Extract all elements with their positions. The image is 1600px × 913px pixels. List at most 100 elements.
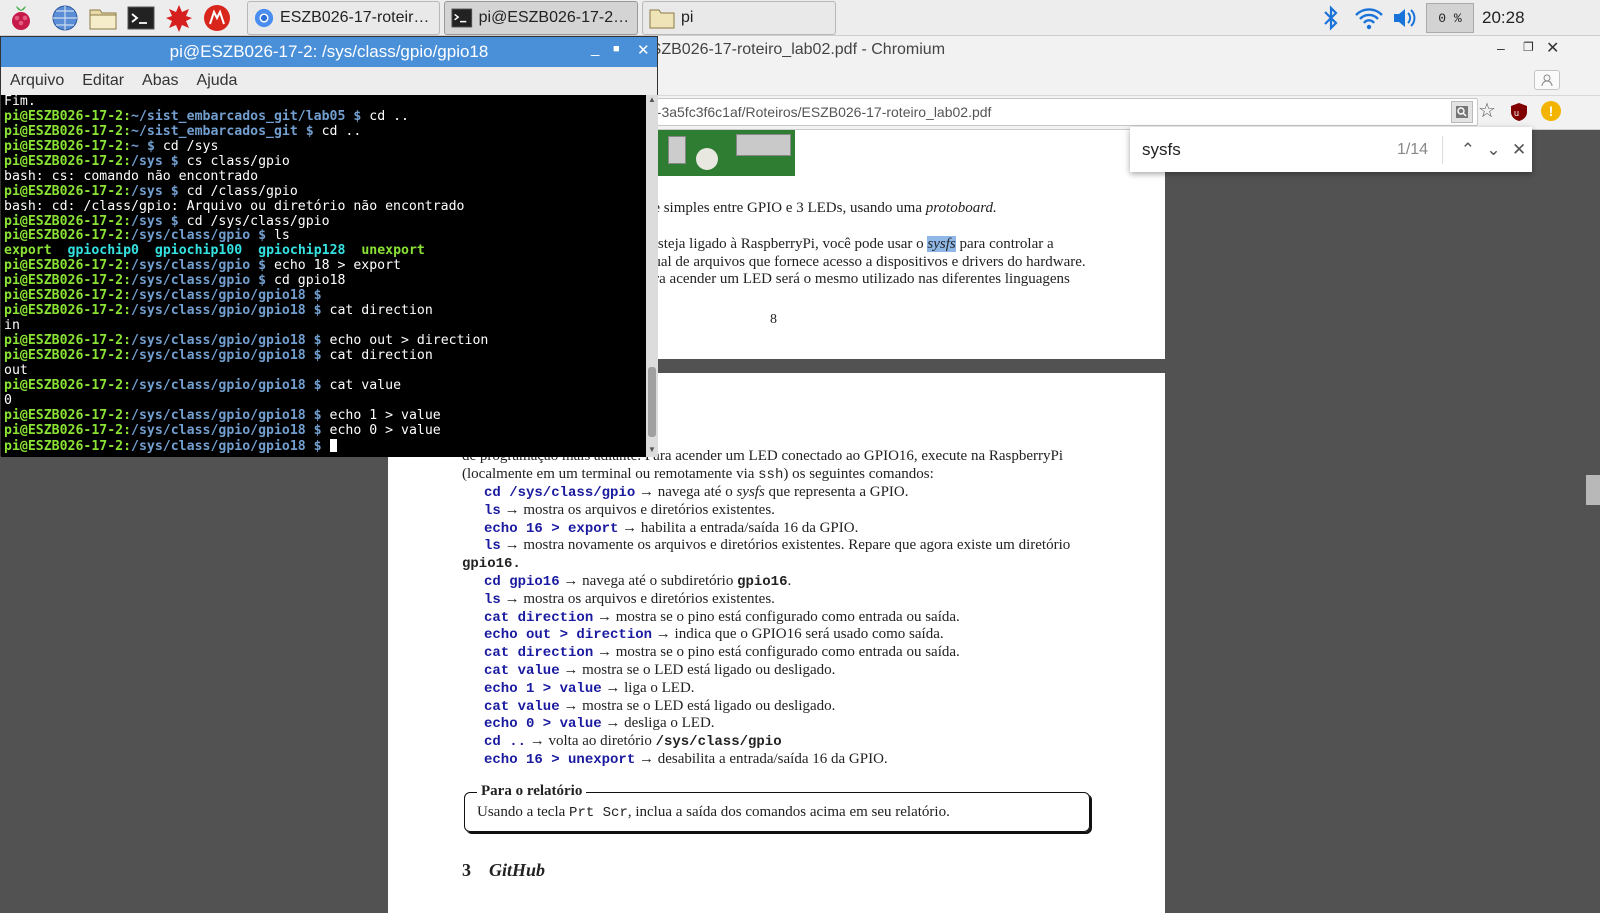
menu-ajuda[interactable]: Ajuda	[188, 72, 247, 90]
prompt-path: /sys	[131, 183, 163, 199]
arrow-glyph: →	[563, 573, 579, 589]
command-code: cd gpio16	[484, 574, 560, 590]
prompt-user: pi@ESZB026-17-2	[4, 108, 124, 124]
web-browser-icon[interactable]	[50, 3, 80, 33]
command-item: cd gpio16 → navega até o subdiretório gp…	[484, 573, 791, 590]
command-item: echo 16 > unexport → desabilita a entrad…	[484, 751, 888, 768]
alert-icon[interactable]: !	[1541, 101, 1561, 121]
command-item: echo 16 > export → habilita a entrada/sa…	[484, 520, 858, 537]
prompt-sep: :	[123, 258, 132, 274]
prompt-path: /sys/class/gpio/gpio18	[131, 333, 306, 348]
taskbar-window-terminal[interactable]: pi@ESZB026-17-2: /s...	[444, 1, 638, 35]
menu-abas[interactable]: Abas	[133, 72, 187, 90]
terminal-line: pi@ESZB026-17-2:~/sist_embarcados_git/la…	[4, 108, 646, 125]
command-code: ls	[484, 538, 501, 555]
bookmark-star-icon[interactable]: ☆	[1478, 98, 1496, 123]
taskbar-window-chromium[interactable]: ESZB026-17-roteiro_l...	[247, 1, 440, 35]
scroll-up-icon[interactable]: ▲	[648, 95, 656, 104]
minimize-icon[interactable]: _	[591, 40, 599, 57]
prompt-path: /sys	[131, 153, 163, 169]
prompt-user: pi@ESZB026-17-2	[4, 347, 124, 363]
clock[interactable]: 20:28	[1482, 8, 1525, 28]
command-item: ls → mostra novamente os arquivos e dire…	[484, 537, 1070, 554]
math-kernel-icon[interactable]	[164, 3, 194, 33]
command-item: cat direction → mostra se o pino está co…	[484, 644, 960, 661]
close-icon[interactable]: ✕	[1546, 38, 1559, 58]
profile-icon[interactable]	[1534, 70, 1560, 90]
prompt-dollar: $	[305, 288, 330, 304]
terminal-command: echo 1 > value	[329, 407, 441, 423]
terminal-command: cs class/gpio	[186, 153, 290, 169]
command-item: cd .. → volta ao diretório /sys/class/gp…	[484, 733, 782, 750]
pdf-viewer[interactable]: ace simples entre GPIO e 3 LEDs, usando …	[388, 130, 1600, 913]
scrollbar-thumb[interactable]	[1586, 475, 1600, 505]
terminal-screen[interactable]: Fim. pi@ESZB026-17-2:~/sist_embarcados_gi…	[1, 95, 646, 457]
pdf-mono: ssh	[758, 467, 784, 483]
pdf-text: o esteja ligado à RaspberryPi, você pode…	[640, 236, 928, 252]
terminal-command: cd /sys	[162, 138, 219, 154]
prompt-sep: :	[123, 153, 132, 169]
volume-icon[interactable]	[1390, 3, 1420, 33]
file-manager-icon[interactable]	[88, 3, 118, 33]
terminal-line: bash: cd: /class/gpio: Arquivo ou diretó…	[4, 198, 465, 214]
prompt-dollar: $	[305, 407, 330, 423]
scroll-down-icon[interactable]: ▼	[648, 445, 656, 454]
find-next-icon[interactable]: ⌄	[1481, 140, 1507, 160]
prompt-user: pi@ESZB026-17-2	[4, 377, 124, 393]
restore-icon[interactable]: ❐	[1523, 40, 1534, 54]
terminal-command: cd /sys/class/gpio	[186, 213, 330, 229]
command-description: mostra se o LED está ligado ou desligado…	[578, 697, 836, 714]
prompt-path: /sys/class/gpio/gpio18	[131, 422, 306, 438]
terminal-launcher-icon[interactable]	[126, 3, 156, 33]
menu-arquivo[interactable]: Arquivo	[1, 72, 73, 90]
terminal-titlebar[interactable]: pi@ESZB026-17-2: /sys/class/gpio/gpio18 …	[1, 37, 657, 67]
scrollbar-thumb[interactable]	[648, 367, 656, 437]
command-description: mostra novamente os arquivos e diretório…	[519, 537, 1071, 554]
terminal-line: pi@ESZB026-17-2:/sys $ cd /class/gpio	[4, 183, 646, 200]
pdf-scrollbar[interactable]	[1555, 130, 1600, 900]
ublock-icon[interactable]: u	[1510, 102, 1528, 122]
close-icon[interactable]: ✕	[637, 41, 650, 59]
terminal-scrollbar[interactable]: ▲ ▼	[646, 95, 658, 457]
find-close-icon[interactable]: ✕	[1506, 140, 1532, 160]
taskbar-window-files[interactable]: pi	[642, 1, 836, 35]
address-bar[interactable]: 0-3a5fc3f6c1af/Roteiros/ESZB026-17-rotei…	[640, 98, 1478, 126]
find-in-page-icon[interactable]	[1451, 101, 1473, 123]
find-previous-icon[interactable]: ⌃	[1455, 140, 1481, 160]
cpu-monitor[interactable]: 0 %	[1426, 3, 1474, 33]
raspberry-menu-icon[interactable]	[6, 3, 36, 33]
terminal-command: cat direction	[329, 303, 433, 319]
prompt-dollar: $	[305, 347, 330, 363]
prompt-user: pi@ESZB026-17-2	[4, 303, 124, 319]
find-input[interactable]: sysfs	[1142, 140, 1379, 160]
ls-entry: gpiochip128	[258, 243, 346, 259]
arrow-glyph: →	[504, 537, 520, 554]
wifi-icon[interactable]	[1354, 3, 1384, 33]
wolfram-icon[interactable]	[202, 3, 232, 33]
prompt-user: pi@ESZB026-17-2	[4, 213, 124, 229]
prompt-sep: :	[123, 273, 132, 289]
maximize-icon[interactable]: ■	[613, 43, 620, 55]
prompt-user: pi@ESZB026-17-2	[4, 407, 124, 423]
prompt-dollar: $	[305, 422, 330, 438]
chromium-window-title: ESZB026-17-roteiro_lab02.pdf - Chromium	[640, 41, 946, 58]
bluetooth-icon[interactable]	[1316, 3, 1346, 33]
pdf-text: para acender um LED será o mesmo utiliza…	[640, 271, 1070, 287]
pdf-text: (localmente em um terminal ou remotament…	[462, 466, 759, 482]
pdf-mono: Prt Scr	[569, 805, 628, 821]
command-code: echo 0 > value	[484, 716, 602, 733]
terminal-line: pi@ESZB026-17-2:~ $ cd /sys	[4, 138, 646, 155]
prompt-path: /sys/class/gpio/gpio18	[131, 347, 306, 363]
minimize-icon[interactable]: ‒	[1497, 40, 1505, 56]
prompt-sep: :	[123, 213, 132, 229]
menu-editar[interactable]: Editar	[73, 72, 133, 90]
report-box: Para o relatório Usando a tecla Prt Scr,…	[464, 783, 1090, 832]
prompt-user: pi@ESZB026-17-2	[4, 438, 124, 454]
terminal-line: bash: cs: comando não encontrado	[4, 168, 259, 184]
prompt-sep: :	[123, 407, 132, 423]
terminal-command: echo 0 > value	[329, 422, 441, 438]
command-item: cat value → mostra se o LED está ligado …	[484, 698, 835, 715]
arrow-glyph: →	[504, 590, 520, 607]
terminal-line: pi@ESZB026-17-2:/sys/class/gpio/gpio18 $…	[4, 303, 646, 319]
terminal-line: pi@ESZB026-17-2:/sys/class/gpio/gpio18 $	[4, 288, 646, 304]
